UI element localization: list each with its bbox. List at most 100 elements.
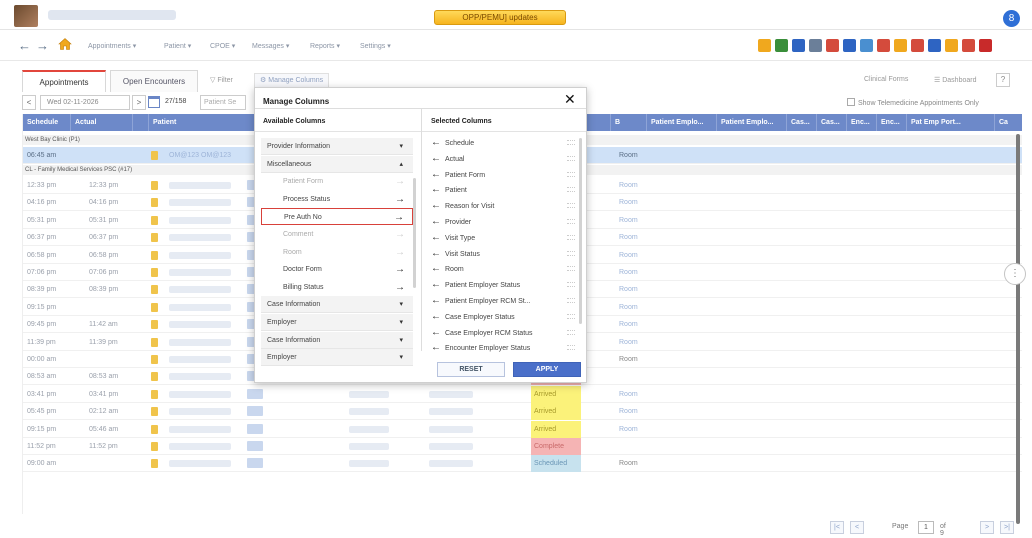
available-column-process-status[interactable]: Process Status → bbox=[261, 191, 413, 208]
document-icon[interactable] bbox=[151, 198, 158, 208]
column-header-case-1[interactable]: Cas... bbox=[787, 114, 817, 131]
available-column-doctor-form[interactable]: Doctor Form → bbox=[261, 261, 413, 278]
drag-handle-icon[interactable] bbox=[567, 219, 575, 224]
attachment-icon[interactable] bbox=[247, 441, 263, 451]
document-icon[interactable] bbox=[151, 442, 158, 451]
telemedicine-checkbox[interactable] bbox=[847, 98, 855, 106]
document-icon[interactable] bbox=[151, 389, 158, 399]
arrow-left-icon[interactable]: ← bbox=[431, 216, 441, 227]
attachment-icon[interactable] bbox=[247, 458, 263, 469]
document-icon[interactable] bbox=[151, 407, 158, 417]
arrow-left-icon[interactable]: ← bbox=[431, 327, 441, 338]
prev-date-button[interactable]: < bbox=[22, 95, 36, 110]
patient-search-input[interactable]: Patient Se bbox=[200, 95, 246, 110]
document-icon[interactable] bbox=[151, 285, 158, 295]
close-icon[interactable]: ✕ bbox=[564, 92, 576, 106]
selected-column-visit-status[interactable]: ← Visit Status bbox=[431, 246, 581, 261]
toolbar-action-icon[interactable] bbox=[775, 39, 788, 52]
toolbar-action-icon[interactable] bbox=[911, 39, 924, 52]
filter-button[interactable]: ▽ Filter bbox=[210, 76, 233, 84]
column-header-schedule[interactable]: Schedule bbox=[23, 114, 71, 131]
drag-handle-icon[interactable] bbox=[567, 140, 575, 145]
telemedicine-filter[interactable]: Show Telemedicine Appointments Only bbox=[847, 98, 979, 107]
arrow-right-icon[interactable]: → bbox=[395, 173, 405, 190]
arrow-right-icon[interactable]: → bbox=[395, 244, 405, 261]
last-page-button[interactable]: >| bbox=[1000, 521, 1014, 534]
toolbar-action-icon[interactable] bbox=[758, 39, 771, 52]
help-button[interactable]: ? bbox=[996, 73, 1010, 87]
selected-column-patient-form[interactable]: ← Patient Form bbox=[431, 167, 581, 182]
selected-column-reason-for-visit[interactable]: ← Reason for Visit bbox=[431, 198, 581, 213]
chevron-up-icon[interactable]: ▴ bbox=[399, 156, 403, 173]
attachment-icon[interactable] bbox=[247, 388, 263, 399]
column-header-b[interactable]: B bbox=[611, 114, 647, 131]
column-header-ca[interactable]: Ca bbox=[995, 114, 1022, 131]
arrow-left-icon[interactable]: ← bbox=[431, 153, 441, 164]
user-avatar[interactable]: 8 bbox=[1003, 10, 1020, 27]
toolbar-action-icon[interactable] bbox=[928, 39, 941, 52]
chevron-down-icon[interactable]: ▾ bbox=[399, 332, 403, 349]
toolbar-action-icon[interactable] bbox=[979, 39, 992, 52]
arrow-left-icon[interactable]: ← bbox=[431, 295, 441, 306]
back-arrow-icon[interactable]: ← bbox=[18, 38, 31, 53]
arrow-left-icon[interactable]: ← bbox=[431, 200, 441, 211]
attachment-icon[interactable] bbox=[247, 406, 263, 417]
toolbar-action-icon[interactable] bbox=[945, 39, 958, 52]
document-icon[interactable] bbox=[151, 233, 158, 243]
document-icon[interactable] bbox=[151, 337, 158, 347]
menu-settings[interactable]: Settings ▾ bbox=[360, 42, 391, 50]
drag-handle-icon[interactable] bbox=[567, 171, 575, 177]
available-column-patient-form[interactable]: Patient Form → bbox=[261, 173, 413, 190]
document-icon[interactable] bbox=[151, 320, 158, 330]
drag-handle-icon[interactable] bbox=[567, 298, 575, 303]
document-icon[interactable] bbox=[151, 268, 158, 277]
document-icon[interactable] bbox=[151, 372, 158, 382]
table-row[interactable]: 11:52 pm 11:52 pm Complete bbox=[23, 438, 1022, 455]
selected-column-patient-employer-rcm-st-[interactable]: ← Patient Employer RCM St... bbox=[431, 293, 581, 308]
menu-cpoe[interactable]: CPOE ▾ bbox=[210, 42, 235, 50]
available-column-case-information[interactable]: Case Information ▾ bbox=[261, 331, 413, 349]
forward-arrow-icon[interactable]: → bbox=[36, 38, 49, 53]
column-header-case-2[interactable]: Cas... bbox=[817, 114, 847, 131]
chevron-down-icon[interactable]: ▾ bbox=[399, 349, 403, 366]
available-column-case-information[interactable]: Case Information ▾ bbox=[261, 296, 413, 314]
selected-column-room[interactable]: ← Room bbox=[431, 261, 581, 276]
document-icon[interactable] bbox=[151, 250, 158, 260]
column-header-actual[interactable]: Actual bbox=[71, 114, 133, 131]
arrow-left-icon[interactable]: ← bbox=[431, 311, 441, 322]
selected-column-patient-employer-status[interactable]: ← Patient Employer Status bbox=[431, 277, 581, 292]
toolbar-action-icon[interactable] bbox=[894, 39, 907, 52]
toolbar-action-icon[interactable] bbox=[809, 39, 822, 52]
next-page-button[interactable]: > bbox=[980, 521, 994, 534]
menu-appointments[interactable]: Appointments ▾ bbox=[88, 42, 136, 50]
column-header-enc-1[interactable]: Enc... bbox=[847, 114, 877, 131]
drag-handle-icon[interactable] bbox=[567, 187, 575, 193]
dashboard-link[interactable]: ☰ Dashboard bbox=[934, 76, 976, 84]
toolbar-action-icon[interactable] bbox=[792, 39, 805, 52]
menu-patient[interactable]: Patient ▾ bbox=[164, 42, 191, 50]
next-date-button[interactable]: > bbox=[132, 95, 146, 110]
drag-handle-icon[interactable] bbox=[567, 313, 575, 319]
arrow-left-icon[interactable]: ← bbox=[431, 279, 441, 290]
drag-handle-icon[interactable] bbox=[567, 329, 575, 335]
toolbar-action-icon[interactable] bbox=[826, 39, 839, 52]
column-header-doc[interactable] bbox=[133, 114, 149, 131]
table-row[interactable]: 09:15 pm 05:46 am Arrived Room bbox=[23, 420, 1022, 438]
arrow-right-icon[interactable]: → bbox=[394, 209, 404, 226]
document-icon[interactable] bbox=[151, 459, 158, 469]
selected-column-provider[interactable]: ← Provider bbox=[431, 214, 581, 229]
available-list-scrollbar[interactable] bbox=[413, 178, 416, 288]
manage-columns-button[interactable]: ⚙ Manage Columns bbox=[254, 73, 330, 88]
chevron-down-icon[interactable]: ▾ bbox=[399, 296, 403, 313]
drag-handle-icon[interactable] bbox=[567, 155, 575, 161]
toolbar-action-icon[interactable] bbox=[877, 39, 890, 52]
page-number-input[interactable]: 1 bbox=[918, 521, 934, 534]
document-icon[interactable] bbox=[151, 181, 158, 190]
date-field[interactable]: Wed 02-11-2026 bbox=[40, 95, 130, 110]
document-icon[interactable] bbox=[151, 215, 158, 225]
table-row[interactable]: 09:00 am Scheduled Room bbox=[23, 455, 1022, 473]
document-icon[interactable] bbox=[151, 424, 158, 434]
home-icon[interactable] bbox=[58, 37, 72, 51]
selected-column-actual[interactable]: ← Actual bbox=[431, 151, 581, 166]
attachment-icon[interactable] bbox=[247, 423, 263, 434]
